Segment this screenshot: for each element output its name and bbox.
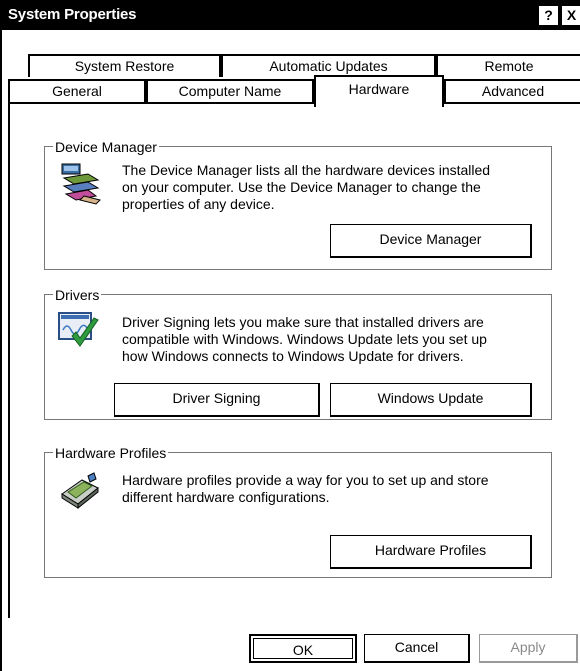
close-button[interactable]: X	[561, 5, 580, 26]
hardware-profiles-description-line: Hardware profiles provide a way for you …	[122, 472, 489, 488]
device-manager-description-line: properties of any device.	[122, 196, 275, 212]
ok-button-label: OK	[253, 638, 353, 659]
device-manager-group-title: Device Manager	[53, 139, 159, 155]
tab-hardware[interactable]: Hardware	[314, 75, 444, 107]
tab-automatic-updates[interactable]: Automatic Updates	[221, 54, 436, 77]
driver-signing-button[interactable]: Driver Signing	[114, 383, 320, 417]
device-manager-description-line: on your computer. Use the Device Manager…	[122, 179, 481, 195]
help-button[interactable]: ?	[538, 5, 559, 26]
tab-general[interactable]: General	[8, 79, 146, 102]
tab-computer-name[interactable]: Computer Name	[146, 79, 314, 102]
hardware-profiles-description-line: different hardware configurations.	[122, 489, 330, 505]
hardware-profiles-group-title: Hardware Profiles	[53, 445, 169, 461]
tab-system-restore[interactable]: System Restore	[28, 54, 221, 77]
device-manager-button[interactable]: Device Manager	[330, 224, 532, 258]
hardware-profiles-icon	[58, 470, 102, 510]
hardware-profiles-button[interactable]: Hardware Profiles	[330, 535, 532, 569]
driver-signing-icon	[58, 310, 100, 350]
ok-button[interactable]: OK	[249, 634, 357, 663]
apply-button[interactable]: Apply	[479, 634, 578, 663]
drivers-description: Driver Signing lets you make sure that i…	[122, 314, 542, 365]
tab-remote[interactable]: Remote	[436, 54, 580, 77]
device-manager-description-line: The Device Manager lists all the hardwar…	[122, 162, 491, 178]
cancel-button[interactable]: Cancel	[364, 634, 470, 663]
tab-advanced[interactable]: Advanced	[444, 79, 580, 102]
drivers-description-line: Driver Signing lets you make sure that i…	[122, 314, 484, 330]
drivers-description-line: compatible with Windows. Windows Update …	[122, 331, 487, 347]
drivers-description-line: how Windows connects to Windows Update f…	[122, 348, 464, 364]
hardware-profiles-description: Hardware profiles provide a way for you …	[122, 472, 542, 506]
device-manager-icon	[58, 160, 106, 208]
drivers-group-title: Drivers	[53, 287, 102, 303]
device-manager-description: The Device Manager lists all the hardwar…	[122, 162, 542, 213]
window-title: System Properties	[8, 6, 137, 23]
windows-update-button[interactable]: Windows Update	[330, 383, 532, 417]
